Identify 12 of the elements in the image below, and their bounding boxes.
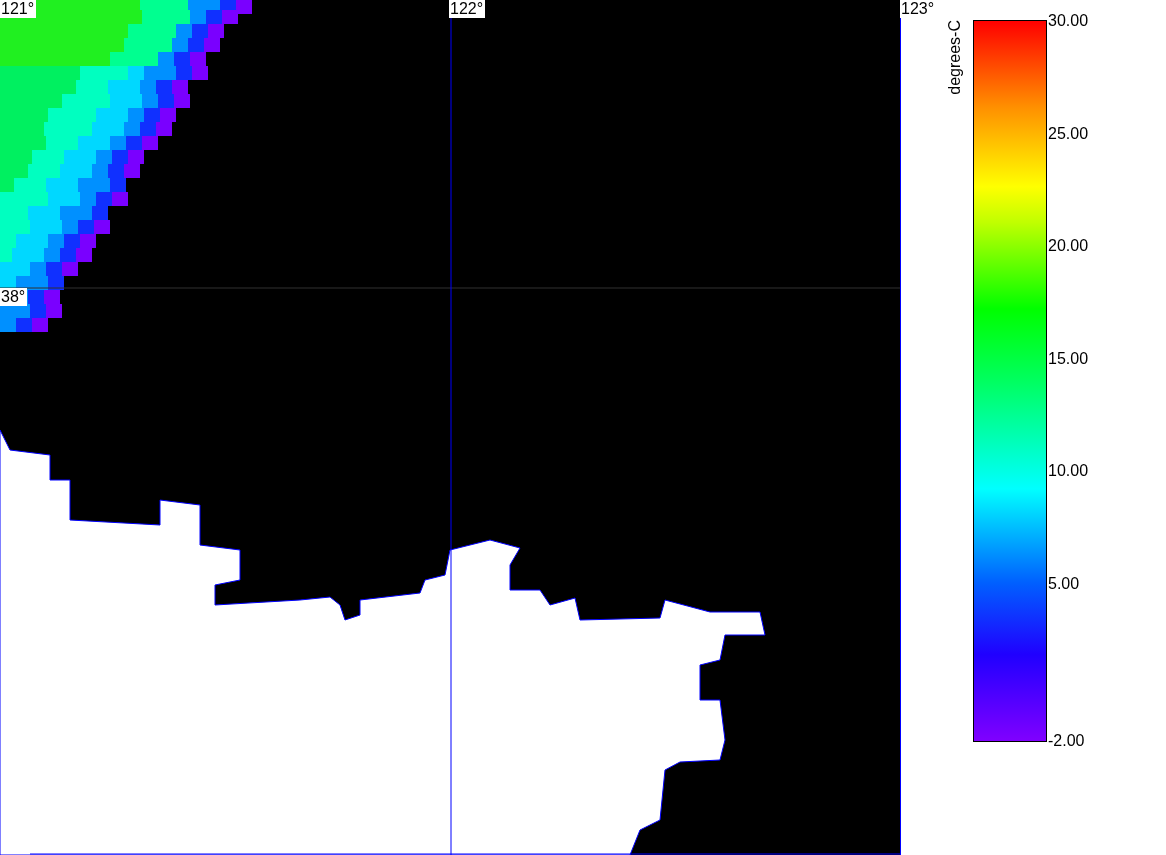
colorbar-tick-label: 25.00 xyxy=(1048,123,1089,144)
longitude-label: 121° xyxy=(0,0,37,18)
colorbar-title: degrees-C xyxy=(946,20,964,95)
colorbar-tick-label: -2.00 xyxy=(1048,731,1085,751)
colorbar-tick-label: 20.00 xyxy=(1048,236,1089,256)
colorbar-tick-label: 15.00 xyxy=(1048,348,1089,369)
longitude-label: 123° xyxy=(900,0,937,18)
colorbar-tick-label: 30.00 xyxy=(1048,11,1089,31)
colorbar-tick-label: 5.00 xyxy=(1048,573,1080,594)
colorbar-tick-label: 10.00 xyxy=(1048,461,1089,481)
latitude-label: 38° xyxy=(0,288,28,306)
longitude-label: 122° xyxy=(449,0,486,18)
